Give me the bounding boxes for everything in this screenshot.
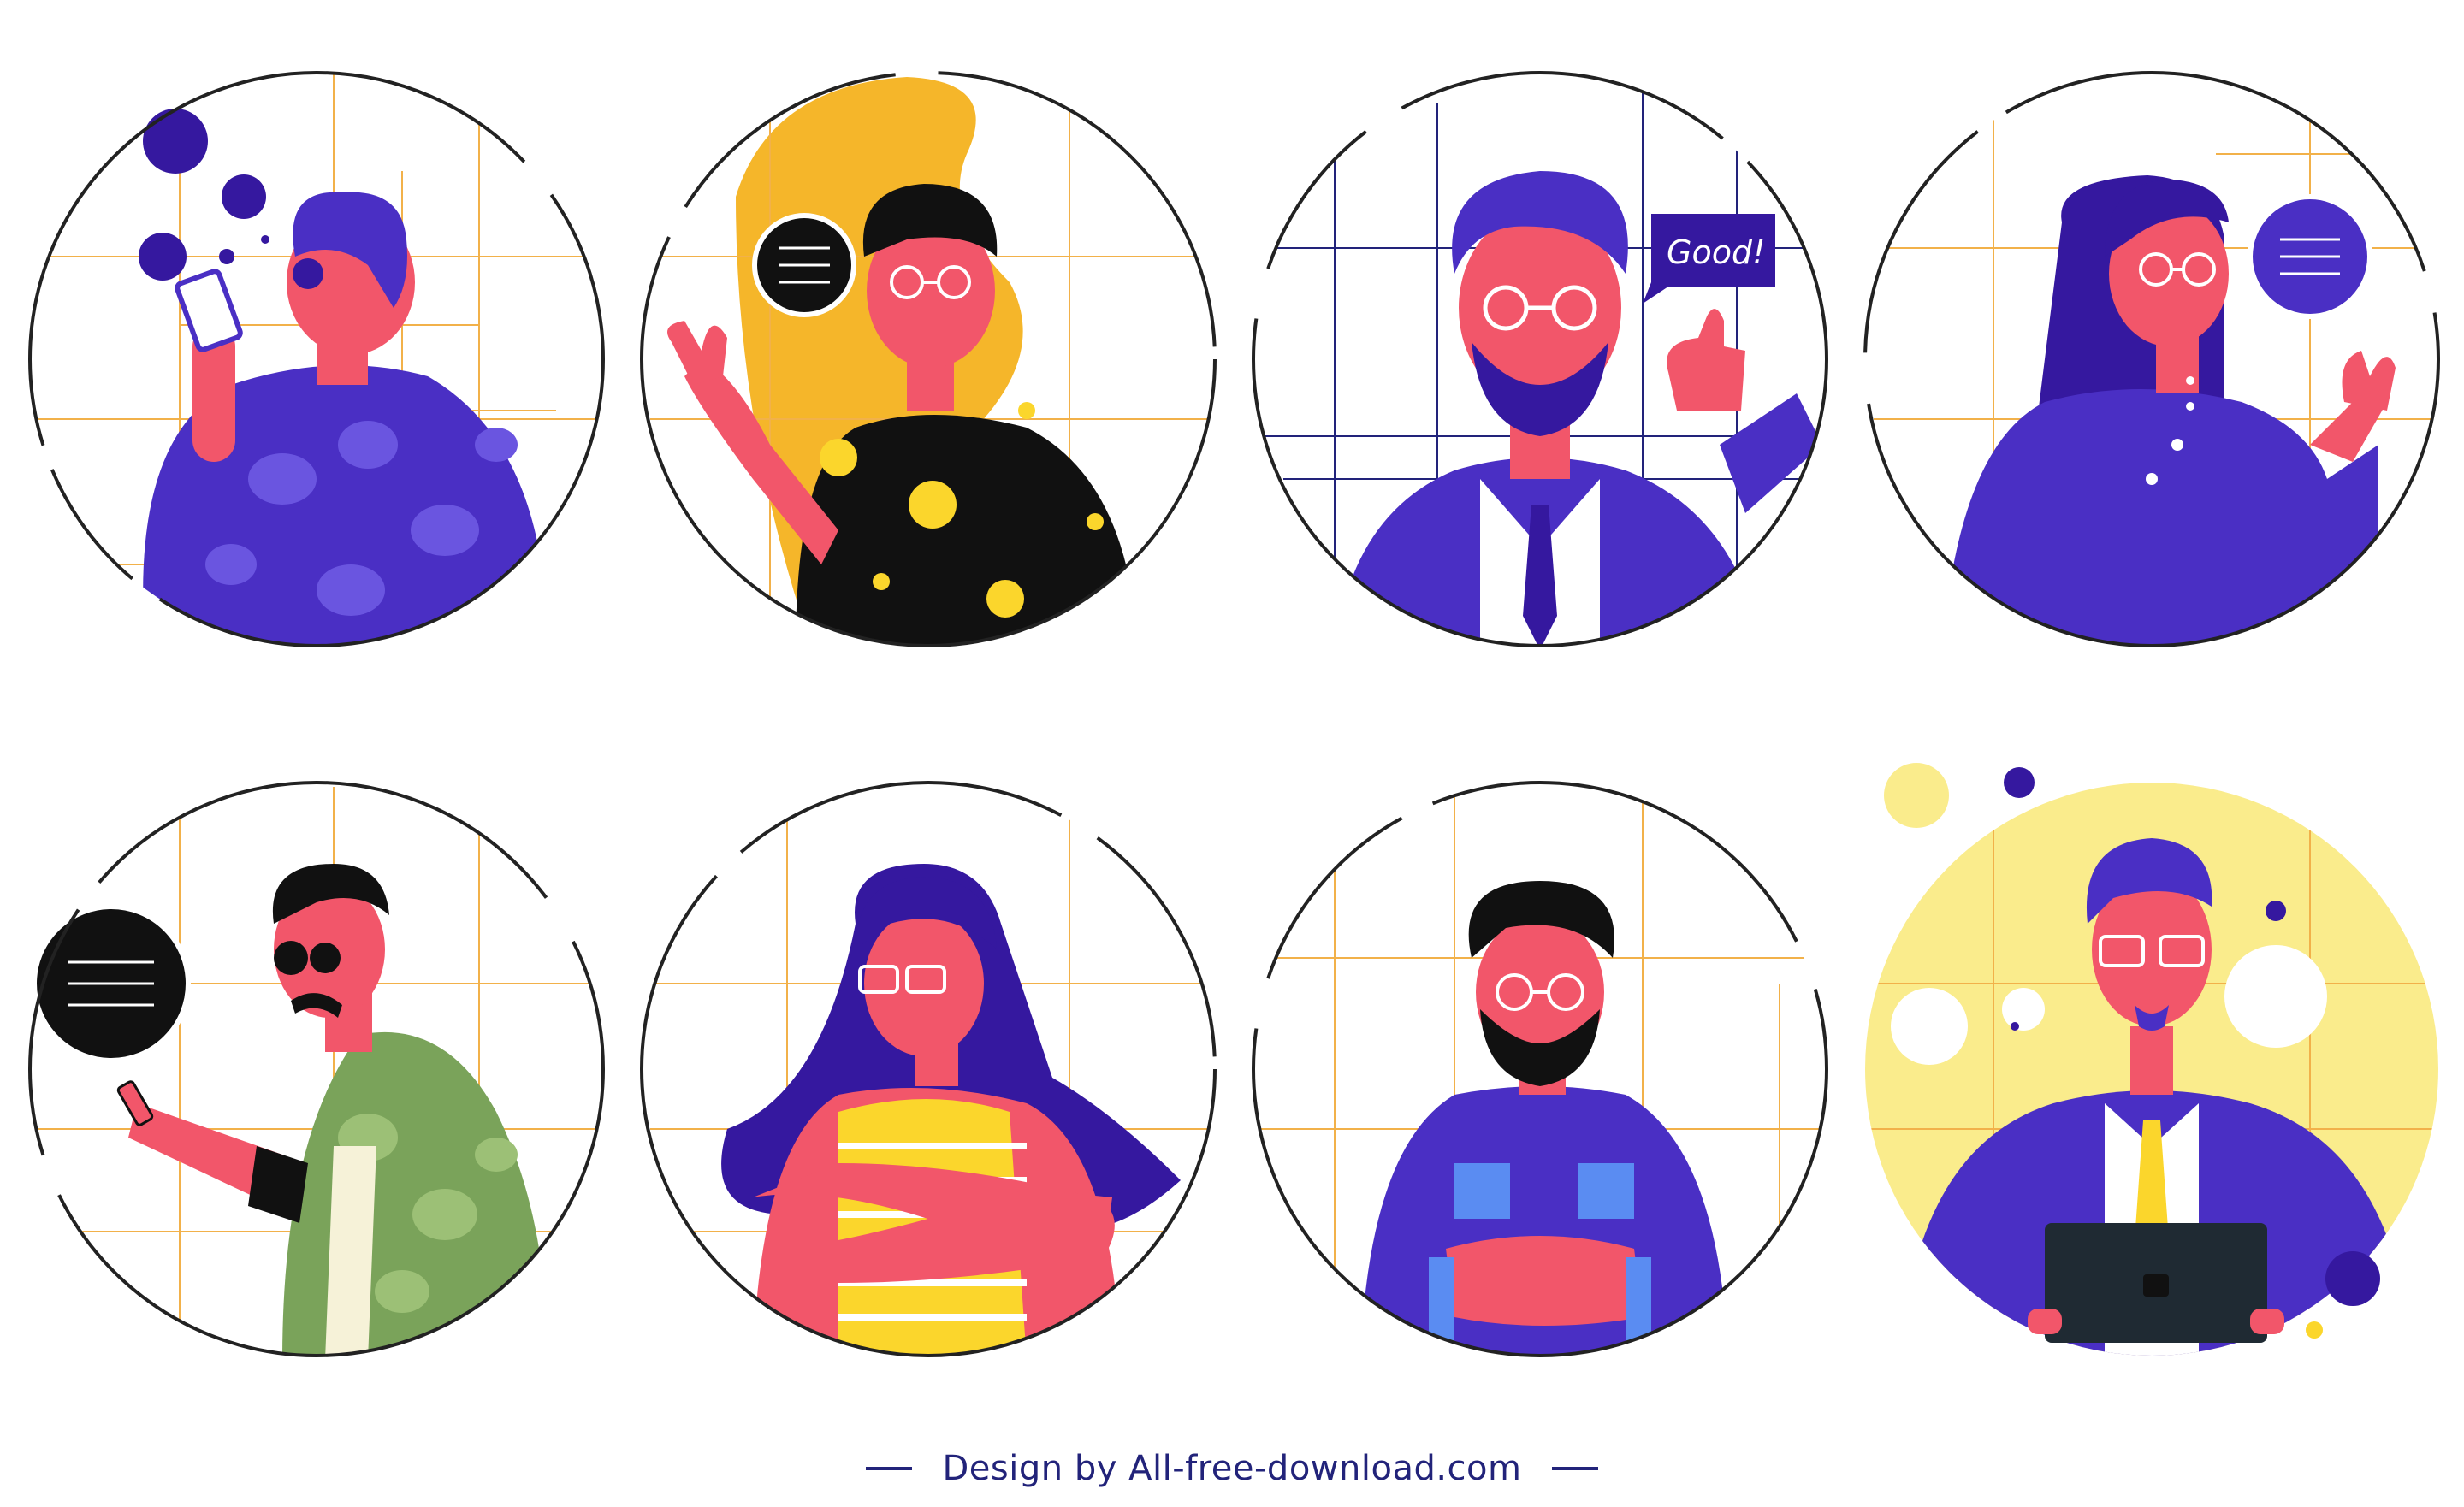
avatar-woman-waving bbox=[1863, 71, 2440, 647]
hand bbox=[2342, 351, 2396, 411]
cuff-right bbox=[1626, 1257, 1651, 1356]
footer-divider-right bbox=[1552, 1467, 1599, 1470]
avatar-man-sunglasses-phone bbox=[28, 781, 605, 1357]
jacket bbox=[282, 1031, 548, 1356]
head bbox=[864, 911, 984, 1056]
avatar-woman-crossed-arms bbox=[640, 781, 1217, 1357]
speech-bubble-text: Good! bbox=[1667, 233, 1765, 271]
phone-icon bbox=[175, 269, 243, 352]
avatar-man-tablet bbox=[1865, 763, 2438, 1356]
avatar-man-waving bbox=[640, 71, 1217, 647]
avatar-man-beard-crossed-arms bbox=[1252, 781, 1828, 1357]
footer: Design by All-free-download.com bbox=[0, 1430, 2464, 1507]
tablet-icon bbox=[2045, 1223, 2267, 1343]
speech-bubble-good: Good! bbox=[1643, 214, 1775, 304]
thumbs-up-icon bbox=[1667, 309, 1745, 411]
neck bbox=[2130, 1026, 2173, 1095]
avatar-man-phone bbox=[28, 71, 605, 647]
speech-bubble-icon bbox=[752, 213, 856, 317]
thumbs-up-arm bbox=[1720, 393, 1822, 513]
shirt bbox=[325, 1146, 376, 1356]
dress bbox=[1942, 389, 2378, 646]
speech-bubble-icon bbox=[2248, 194, 2372, 319]
speech-bubble-icon bbox=[32, 904, 191, 1063]
footer-credit: Design by All-free-download.com bbox=[942, 1449, 1522, 1488]
sleeve bbox=[248, 1146, 308, 1223]
phone-icon bbox=[116, 1080, 154, 1126]
cuff-left bbox=[1429, 1257, 1454, 1356]
crossed-arms bbox=[1446, 1236, 1643, 1326]
avatar-illustration-grid: Good! bbox=[28, 71, 2440, 1357]
hand bbox=[667, 321, 727, 385]
avatar-man-thumbs-up: Good! bbox=[1252, 71, 1828, 647]
footer-divider-left bbox=[865, 1467, 912, 1470]
